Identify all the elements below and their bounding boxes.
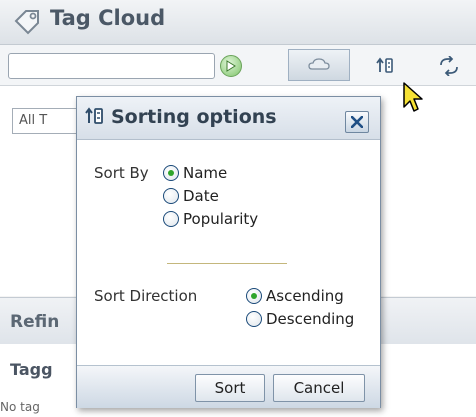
sort-by-date-radio[interactable] [163,188,179,204]
no-tags-text: No tag [0,400,40,414]
refresh-button[interactable] [418,49,476,81]
sorting-options-dialog: Sorting options Sort By Name Date Popula… [76,96,381,408]
sort-ascending-label: Ascending [266,287,344,305]
section-divider [167,263,287,264]
play-icon [226,60,236,72]
screen: Tag Cloud All T Refin Tagg No tag Sortin… [0,0,476,417]
cloud-icon [308,58,330,70]
dialog-title: Sorting options [111,106,277,128]
panel-title: Tag Cloud [50,6,166,30]
sort-icon [84,105,108,131]
tag-search-input[interactable] [8,53,215,79]
sorting-options-button[interactable] [356,49,418,81]
dialog-header[interactable]: Sorting options [77,97,380,140]
refresh-icon [440,56,458,76]
sort-button[interactable]: Sort [195,374,265,402]
go-button[interactable] [220,55,242,77]
sort-by-popularity-label: Popularity [183,210,259,228]
sort-by-name-label: Name [183,164,228,182]
refine-subtitle: Tagg [10,360,53,379]
cancel-button[interactable]: Cancel [273,374,365,402]
tag-cloud-toolbar [0,45,476,86]
sort-by-label: Sort By [94,164,149,182]
sort-by-popularity-radio[interactable] [163,211,179,227]
close-button[interactable] [345,111,369,133]
dialog-footer: Sort Cancel [77,365,380,408]
refine-title: Refin [10,312,60,332]
tag-cloud-header: Tag Cloud [0,0,476,45]
sort-descending-radio[interactable] [246,311,262,327]
tag-icon [12,7,42,37]
sort-descending-label: Descending [266,310,355,328]
sort-by-name-radio[interactable] [163,165,179,181]
sort-ascending-radio[interactable] [246,288,262,304]
mouse-cursor-icon [402,81,424,117]
sort-by-date-label: Date [183,187,219,205]
sort-icon [376,57,393,73]
sort-direction-label: Sort Direction [94,287,198,305]
cloud-view-button[interactable] [288,49,350,81]
close-icon [351,116,363,128]
